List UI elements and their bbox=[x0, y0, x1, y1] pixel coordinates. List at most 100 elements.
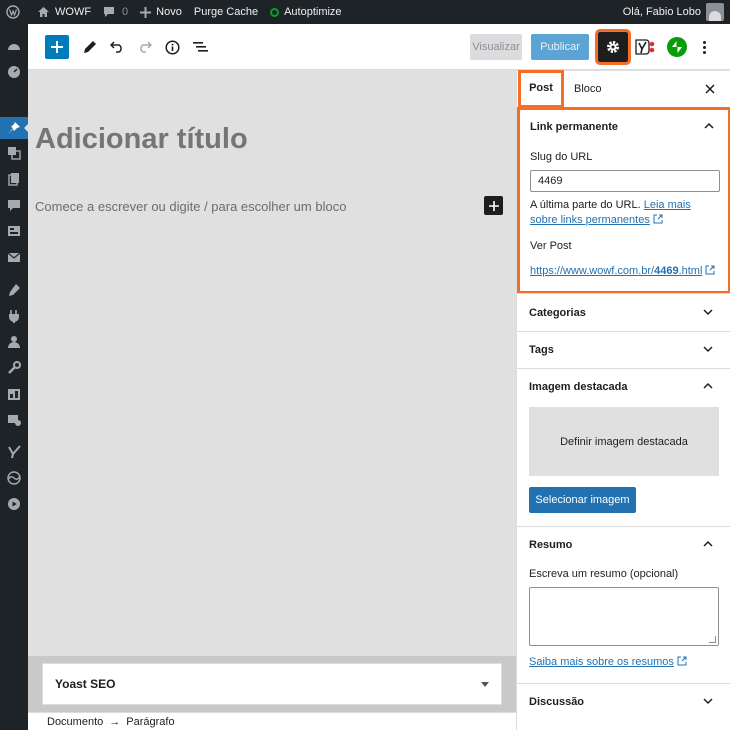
post-url-slug: 4469 bbox=[654, 265, 679, 277]
yoast-seo-title: Yoast SEO bbox=[55, 677, 116, 691]
post-url-link[interactable]: https://www.wowf.com.br/4469.html bbox=[530, 265, 715, 277]
appearance-icon[interactable] bbox=[6, 282, 22, 298]
block-breadcrumb: Documento → Parágrafo bbox=[28, 712, 516, 730]
preview-button[interactable]: Visualizar bbox=[470, 34, 522, 60]
chevron-up-icon[interactable] bbox=[703, 539, 713, 549]
settings-grid-icon[interactable] bbox=[6, 386, 22, 402]
set-featured-image-area[interactable]: Definir imagem destacada bbox=[529, 407, 719, 476]
mail-icon[interactable] bbox=[6, 249, 22, 265]
new-content-link[interactable]: Novo bbox=[134, 0, 188, 24]
discussion-panel[interactable]: Discussão bbox=[517, 683, 730, 730]
more-options-button[interactable] bbox=[699, 35, 709, 59]
settings-sidebar: Post Bloco Link permanente Slug do URL A… bbox=[516, 70, 730, 730]
publish-button[interactable]: Publicar bbox=[531, 34, 589, 60]
plus-icon bbox=[488, 200, 499, 211]
yoast-seo-metabox[interactable]: Yoast SEO bbox=[42, 663, 502, 705]
permalink-help: A última parte do URL. Leia mais sobre l… bbox=[530, 198, 720, 228]
comment-icon bbox=[104, 7, 115, 17]
users-icon[interactable] bbox=[6, 334, 22, 350]
chevron-down-icon bbox=[703, 346, 713, 353]
post-title-input[interactable]: Adicionar título bbox=[35, 123, 248, 156]
categories-panel[interactable]: Categorias bbox=[517, 293, 730, 331]
admin-menu bbox=[0, 24, 29, 730]
pushpin-icon[interactable] bbox=[6, 120, 22, 136]
dot bbox=[702, 45, 706, 49]
info-icon bbox=[164, 39, 180, 55]
chevron-up-icon[interactable] bbox=[704, 121, 714, 131]
inline-add-block-button[interactable] bbox=[484, 196, 503, 215]
discussion-panel-title: Discussão bbox=[529, 696, 585, 708]
categories-panel-title: Categorias bbox=[529, 307, 586, 319]
outline-button[interactable] bbox=[188, 35, 212, 59]
chevron-down-icon bbox=[703, 698, 713, 705]
featured-image-panel-title[interactable]: Imagem destacada bbox=[529, 381, 627, 393]
yoast-sidebar-button[interactable] bbox=[634, 35, 656, 59]
post-url-base: https://www.wowf.com.br/ bbox=[530, 265, 655, 277]
tab-post[interactable]: Post bbox=[518, 70, 564, 108]
status-ring-icon bbox=[270, 7, 280, 17]
comments-icon[interactable] bbox=[6, 197, 22, 213]
excerpt-learn-more-link[interactable]: Saiba mais sobre os resumos bbox=[529, 656, 687, 668]
mail-settings-icon[interactable] bbox=[6, 412, 22, 428]
account-menu[interactable]: Olá, Fabio Lobo bbox=[623, 3, 730, 21]
forms-icon[interactable] bbox=[6, 223, 22, 239]
excerpt-panel-title[interactable]: Resumo bbox=[529, 539, 572, 551]
wordpress-logo-button[interactable] bbox=[0, 0, 31, 24]
plus-icon bbox=[51, 41, 63, 53]
close-sidebar-button[interactable] bbox=[703, 82, 717, 96]
editor-toolbar: Visualizar Publicar bbox=[28, 24, 730, 70]
permalink-panel-title[interactable]: Link permanente bbox=[530, 121, 618, 133]
jetpack-button[interactable] bbox=[667, 37, 687, 57]
external-link-icon bbox=[653, 214, 663, 224]
media-icon[interactable] bbox=[6, 145, 22, 161]
yoast-menu-icon[interactable] bbox=[6, 444, 22, 460]
details-button[interactable] bbox=[160, 35, 184, 59]
excerpt-label: Escreva um resumo (opcional) bbox=[529, 568, 679, 580]
dashboard-icon[interactable] bbox=[6, 38, 22, 54]
breadcrumb-paragraph[interactable]: Parágrafo bbox=[126, 716, 174, 728]
close-icon bbox=[705, 84, 715, 94]
purge-cache-link[interactable]: Purge Cache bbox=[188, 0, 264, 24]
tags-panel[interactable]: Tags bbox=[517, 331, 730, 368]
undo-icon bbox=[110, 41, 122, 53]
redo-button[interactable] bbox=[133, 35, 157, 59]
comments-count: 0 bbox=[122, 6, 129, 18]
metabox-area: Yoast SEO bbox=[28, 656, 516, 712]
settings-button[interactable] bbox=[595, 29, 631, 65]
autoptimize-label: Autoptimize bbox=[284, 6, 342, 18]
editor-canvas[interactable]: Adicionar título Comece a escrever ou di… bbox=[28, 71, 516, 656]
select-image-button[interactable]: Selecionar imagem bbox=[529, 487, 636, 513]
tools-icon[interactable] bbox=[6, 360, 22, 376]
caret-down-icon bbox=[481, 682, 489, 691]
tools-pen-button[interactable] bbox=[78, 35, 102, 59]
new-label: Novo bbox=[156, 6, 182, 18]
breadcrumb-document[interactable]: Documento bbox=[47, 716, 103, 728]
plugins-icon[interactable] bbox=[6, 308, 22, 324]
home-icon bbox=[38, 7, 49, 17]
arrow-right-icon: → bbox=[109, 715, 121, 728]
gear-icon bbox=[607, 41, 619, 53]
gauge-icon[interactable] bbox=[6, 64, 22, 80]
yoast-icon bbox=[635, 39, 655, 55]
greeting: Olá, Fabio Lobo bbox=[622, 6, 701, 18]
autoptimize-link[interactable]: Autoptimize bbox=[264, 0, 347, 24]
site-name: WOWF bbox=[55, 6, 92, 18]
slug-input[interactable] bbox=[530, 170, 720, 192]
dot bbox=[702, 40, 706, 44]
excerpt-textarea[interactable] bbox=[529, 587, 719, 646]
block-placeholder[interactable]: Comece a escrever ou digite / para escol… bbox=[35, 199, 346, 214]
jetpack-icon bbox=[672, 41, 682, 53]
add-block-button[interactable] bbox=[45, 35, 69, 59]
chevron-up-icon[interactable] bbox=[703, 381, 713, 391]
chevron-down-icon bbox=[703, 309, 713, 316]
purge-cache-label: Purge Cache bbox=[193, 6, 259, 18]
comments-link[interactable]: 0 bbox=[97, 0, 134, 24]
pages-icon[interactable] bbox=[6, 171, 22, 187]
dot bbox=[702, 50, 706, 54]
analytics-wave-icon[interactable] bbox=[6, 470, 22, 486]
tags-panel-title: Tags bbox=[529, 344, 554, 356]
undo-button[interactable] bbox=[105, 35, 129, 59]
tab-block[interactable]: Bloco bbox=[574, 71, 602, 107]
play-circle-icon[interactable] bbox=[6, 496, 22, 512]
site-name-link[interactable]: WOWF bbox=[31, 0, 97, 24]
